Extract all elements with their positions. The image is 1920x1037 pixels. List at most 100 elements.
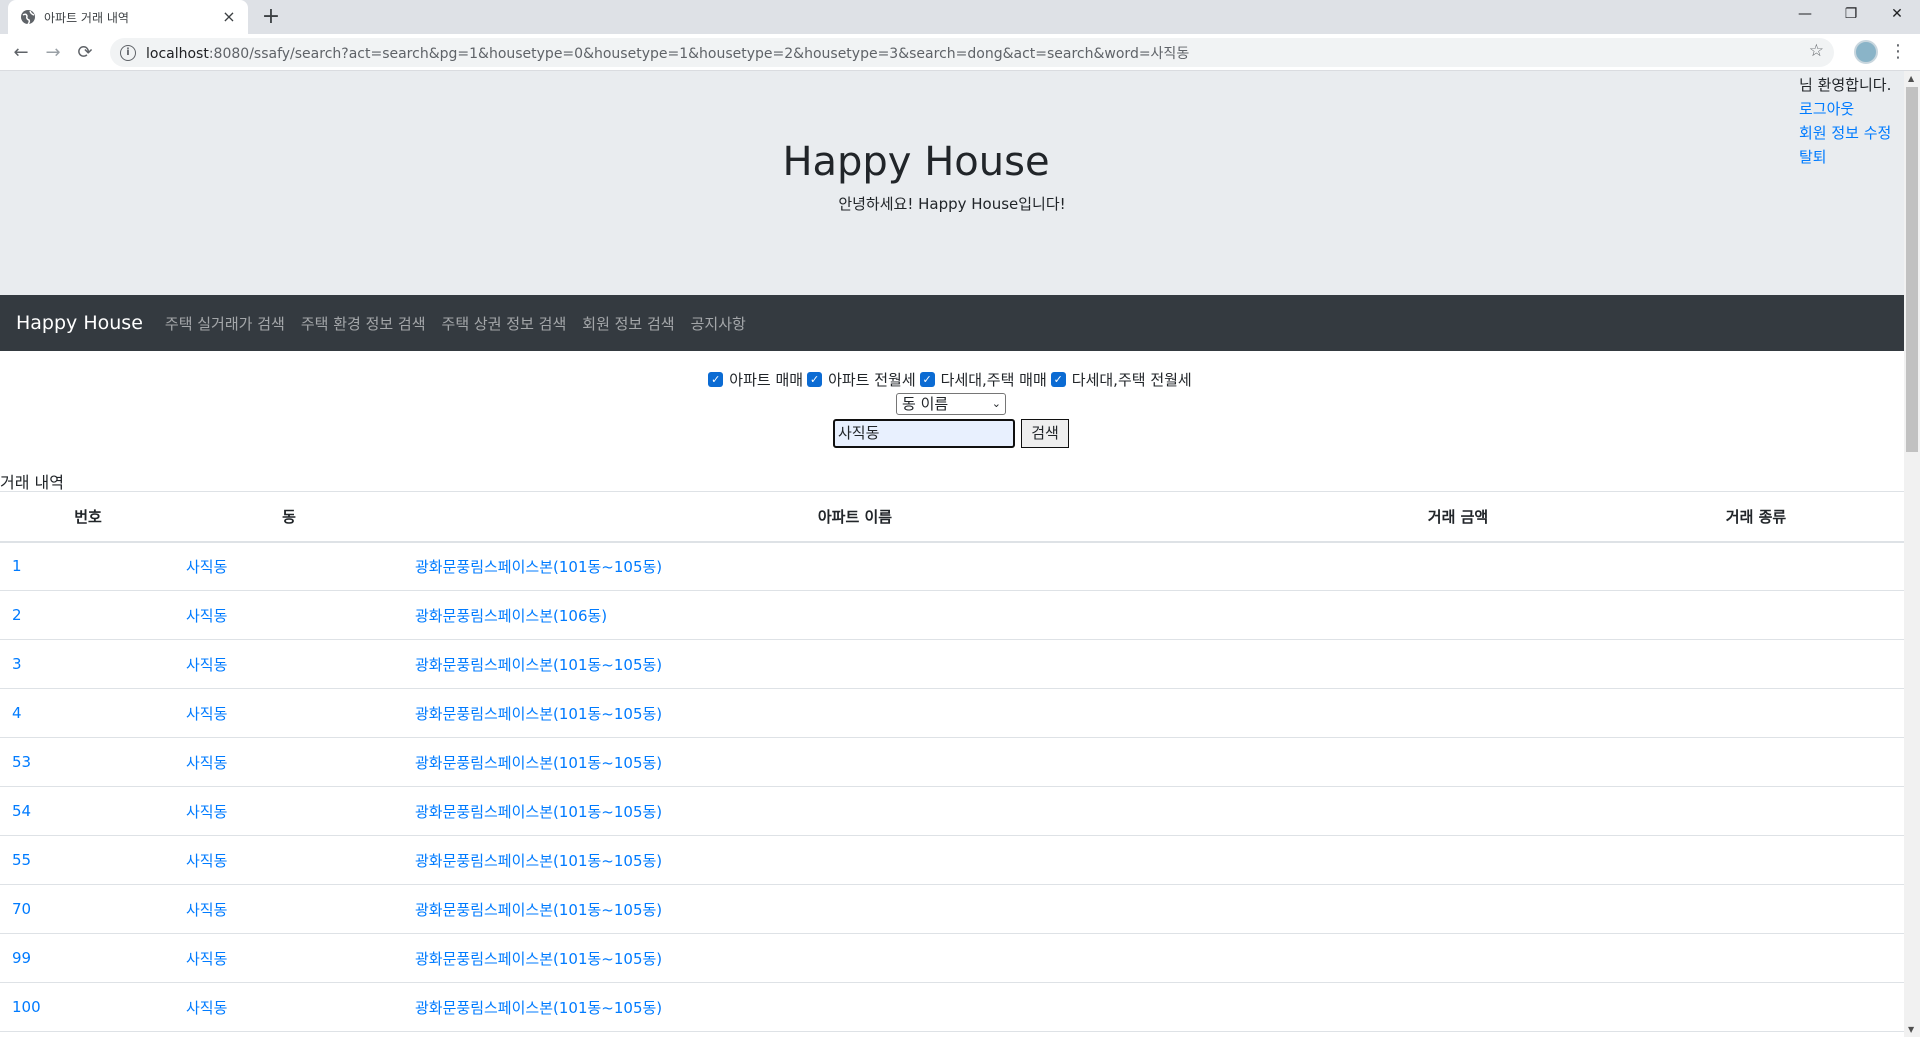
browser-menu-icon[interactable]: ⋮ <box>1886 40 1910 64</box>
profile-avatar[interactable] <box>1854 40 1878 64</box>
minimize-button[interactable]: — <box>1782 0 1828 30</box>
search-input[interactable]: 사직동 <box>833 419 1015 448</box>
row-number-link[interactable]: 3 <box>12 655 22 673</box>
site-info-icon[interactable]: i <box>120 44 136 61</box>
row-dong-link[interactable]: 사직동 <box>186 754 227 772</box>
row-dong-link[interactable]: 사직동 <box>186 901 227 919</box>
page-viewport: Happy House 안녕하세요! Happy House입니다! 님 환영합… <box>0 71 1904 1037</box>
table-row: 100 사직동 광화문풍림스페이스본(101동~105동) <box>0 982 1904 1032</box>
row-number-link[interactable]: 55 <box>12 851 31 869</box>
nav-link-environment-search[interactable]: 주택 환경 정보 검색 <box>301 313 426 334</box>
search-button[interactable]: 검색 <box>1021 419 1069 448</box>
row-dong-link[interactable]: 사직동 <box>186 558 227 576</box>
reload-icon[interactable]: ⟳ <box>72 40 98 66</box>
scroll-down-icon[interactable]: ▼ <box>1908 1025 1914 1034</box>
table-row: 2 사직동 광화문풍림스페이스본(106동) <box>0 590 1904 640</box>
row-dong-link[interactable]: 사직동 <box>186 803 227 821</box>
search-type-select[interactable]: 동 이름 ⌄ <box>896 393 1006 415</box>
row-deal-type <box>1608 982 1904 1032</box>
label-apt-rent: 아파트 전월세 <box>828 371 916 389</box>
housetype-filters: ✓ 아파트 매매 ✓ 아파트 전월세 ✓ 다세대,주택 매매 ✓ 다세대,주택 … <box>0 369 1904 390</box>
row-apt-link[interactable]: 광화문풍림스페이스본(101동~105동) <box>415 803 662 821</box>
tab-close-icon[interactable]: × <box>220 8 238 26</box>
row-number-link[interactable]: 99 <box>12 949 31 967</box>
table-row: 54 사직동 광화문풍림스페이스본(101동~105동) <box>0 786 1904 836</box>
bookmark-star-icon[interactable]: ☆ <box>1809 41 1824 61</box>
table-caption: 거래 내역 <box>0 473 64 492</box>
checkbox-house-rent[interactable]: ✓ <box>1050 372 1066 387</box>
page-scrollbar[interactable]: ▲ ▼ <box>1904 71 1920 1037</box>
checkbox-house-sale[interactable]: ✓ <box>919 372 935 387</box>
row-apt-link[interactable]: 광화문풍림스페이스본(106동) <box>415 607 607 625</box>
row-dong-link[interactable]: 사직동 <box>186 950 227 968</box>
scroll-up-icon[interactable]: ▲ <box>1908 74 1914 83</box>
edit-profile-link[interactable]: 회원 정보 수정 <box>1799 121 1891 145</box>
row-number-link[interactable]: 70 <box>12 900 31 918</box>
row-price <box>1308 786 1608 836</box>
scrollbar-thumb[interactable] <box>1906 87 1918 452</box>
row-apt-link[interactable]: 광화문풍림스페이스본(101동~105동) <box>415 999 662 1017</box>
logout-link[interactable]: 로그아웃 <box>1799 97 1891 121</box>
nav-link-price-search[interactable]: 주택 실거래가 검색 <box>165 313 285 334</box>
row-deal-type <box>1608 737 1904 787</box>
nav-link-member-search[interactable]: 회원 정보 검색 <box>582 313 674 334</box>
withdraw-link[interactable]: 탈퇴 <box>1799 145 1891 169</box>
row-price <box>1308 884 1608 934</box>
tab-title: 아파트 거래 내역 <box>44 10 129 25</box>
table-row: 99 사직동 광화문풍림스페이스본(101동~105동) <box>0 933 1904 983</box>
address-bar: ← → ⟳ i localhost:8080/ssafy/search?act=… <box>0 34 1920 71</box>
table-row: 53 사직동 광화문풍림스페이스본(101동~105동) <box>0 737 1904 787</box>
row-apt-link[interactable]: 광화문풍림스페이스본(101동~105동) <box>415 901 662 919</box>
row-number-link[interactable]: 54 <box>12 802 31 820</box>
row-apt-link[interactable]: 광화문풍림스페이스본(101동~105동) <box>415 852 662 870</box>
restore-button[interactable]: ❐ <box>1828 0 1874 30</box>
nav-link-commercial-search[interactable]: 주택 상권 정보 검색 <box>442 313 567 334</box>
new-tab-button[interactable]: + <box>258 4 284 30</box>
url-text: localhost:8080/ssafy/search?act=search&p… <box>146 45 1190 62</box>
header-apt-name: 아파트 이름 <box>402 491 1308 543</box>
row-dong-link[interactable]: 사직동 <box>186 999 227 1017</box>
checkbox-apt-sale[interactable]: ✓ <box>708 372 724 387</box>
row-apt-link[interactable]: 광화문풍림스페이스본(101동~105동) <box>415 558 662 576</box>
row-deal-type <box>1608 688 1904 738</box>
nav-link-notice[interactable]: 공지사항 <box>691 313 746 334</box>
row-price <box>1308 688 1608 738</box>
row-deal-type <box>1608 590 1904 640</box>
row-deal-type <box>1608 933 1904 983</box>
row-deal-type <box>1608 786 1904 836</box>
table-row: 70 사직동 광화문풍림스페이스본(101동~105동) <box>0 884 1904 934</box>
header-dong: 동 <box>176 491 402 543</box>
row-apt-link[interactable]: 광화문풍림스페이스본(101동~105동) <box>415 656 662 674</box>
navbar-brand[interactable]: Happy House <box>16 312 143 334</box>
row-dong-link[interactable]: 사직동 <box>186 607 227 625</box>
row-dong-link[interactable]: 사직동 <box>186 852 227 870</box>
row-dong-link[interactable]: 사직동 <box>186 705 227 723</box>
page-subtitle: 안녕하세요! Happy House입니다! <box>838 195 1066 213</box>
row-number-link[interactable]: 2 <box>12 606 22 624</box>
deal-table: 번호 동 아파트 이름 거래 금액 거래 종류 1 사직동 광화문풍림스페이스본… <box>0 491 1904 1032</box>
url-field[interactable]: i localhost:8080/ssafy/search?act=search… <box>110 38 1834 67</box>
row-apt-link[interactable]: 광화문풍림스페이스본(101동~105동) <box>415 950 662 968</box>
row-price <box>1308 982 1608 1032</box>
row-apt-link[interactable]: 광화문풍림스페이스본(101동~105동) <box>415 754 662 772</box>
browser-tab[interactable]: 아파트 거래 내역 × <box>8 0 248 34</box>
checkbox-apt-rent[interactable]: ✓ <box>807 372 823 387</box>
search-type-value: 동 이름 <box>902 395 949 413</box>
forward-arrow-icon[interactable]: → <box>40 40 66 66</box>
row-deal-type <box>1608 639 1904 689</box>
row-dong-link[interactable]: 사직동 <box>186 656 227 674</box>
header-price: 거래 금액 <box>1308 491 1608 543</box>
close-window-button[interactable]: ✕ <box>1874 0 1920 30</box>
row-price <box>1308 933 1608 983</box>
back-arrow-icon[interactable]: ← <box>8 40 34 66</box>
page-title: Happy House <box>782 139 1050 185</box>
row-apt-link[interactable]: 광화문풍림스페이스본(101동~105동) <box>415 705 662 723</box>
row-number-link[interactable]: 53 <box>12 753 31 771</box>
browser-tab-strip: 아파트 거래 내역 × + — ❐ ✕ <box>0 0 1920 34</box>
row-number-link[interactable]: 100 <box>12 998 41 1016</box>
row-number-link[interactable]: 1 <box>12 557 22 575</box>
row-price <box>1308 590 1608 640</box>
row-number-link[interactable]: 4 <box>12 704 22 722</box>
table-row: 4 사직동 광화문풍림스페이스본(101동~105동) <box>0 688 1904 738</box>
jumbotron: Happy House 안녕하세요! Happy House입니다! <box>0 71 1904 295</box>
